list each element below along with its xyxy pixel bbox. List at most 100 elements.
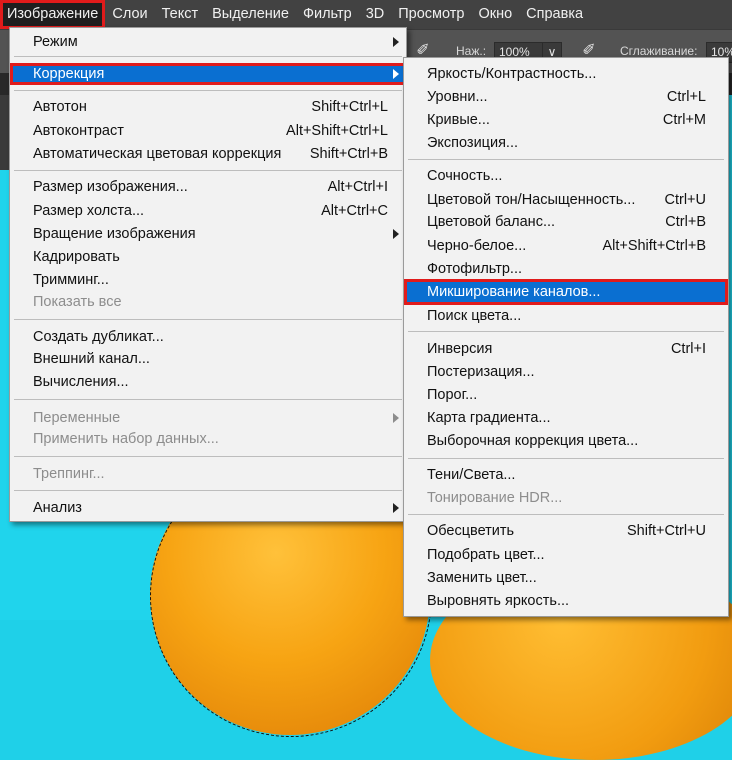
menu-item-label: Анализ: [33, 500, 82, 516]
menu-item-label: Кривые...: [427, 112, 490, 128]
menu-item-analysis[interactable]: Анализ: [10, 497, 406, 519]
menu-item-trim[interactable]: Тримминг...: [10, 269, 406, 291]
menu-item-photo-filter[interactable]: Фотофильтр...: [404, 258, 728, 280]
menu-item-label: Применить набор данных...: [33, 431, 219, 447]
menu-item-label: Яркость/Контрастность...: [427, 66, 597, 82]
separator: [408, 458, 724, 459]
menu-item-label: Уровни...: [427, 89, 488, 105]
menu-item-calculations[interactable]: Вычисления...: [10, 371, 406, 393]
menu-item-label: Переменные: [33, 410, 121, 426]
menu-item-label: Вычисления...: [33, 374, 129, 390]
chevron-right-icon: [393, 37, 399, 47]
menu-layers[interactable]: Слои: [105, 0, 154, 29]
menu-item-label: Подобрать цвет...: [427, 547, 545, 563]
menu-filter[interactable]: Фильтр: [296, 0, 359, 29]
menu-item-trap: Треппинг...: [10, 463, 406, 485]
separator: [408, 159, 724, 160]
menu-item-levels[interactable]: Уровни... Ctrl+L: [404, 86, 728, 108]
menu-item-reveal-all: Показать все: [10, 291, 406, 313]
menu-image[interactable]: Изображение: [0, 0, 106, 29]
menu-item-channel-mixer[interactable]: Микширование каналов...: [404, 279, 728, 305]
menu-item-hue-saturation[interactable]: Цветовой тон/Насыщенность... Ctrl+U: [404, 189, 728, 211]
shortcut: Ctrl+M: [662, 112, 706, 128]
shortcut: Shift+Ctrl+L: [311, 99, 388, 115]
menu-item-label: Обесцветить: [427, 523, 515, 539]
menu-3d[interactable]: 3D: [359, 0, 392, 29]
menu-item-duplicate[interactable]: Создать дубликат...: [10, 326, 406, 348]
menu-item-match-color[interactable]: Подобрать цвет...: [404, 544, 728, 566]
separator: [14, 90, 402, 91]
separator: [14, 170, 402, 171]
chevron-right-icon: [393, 503, 399, 513]
menu-item-variables: Переменные: [10, 407, 406, 429]
menu-item-hdr-toning: Тонирование HDR...: [404, 487, 728, 509]
menu-item-black-white[interactable]: Черно-белое... Alt+Shift+Ctrl+B: [404, 235, 728, 257]
separator: [14, 456, 402, 457]
menu-item-label: Порог...: [427, 387, 478, 403]
menu-item-auto-tone[interactable]: Автотон Shift+Ctrl+L: [10, 96, 406, 118]
shortcut: Ctrl+L: [666, 89, 706, 105]
menu-select[interactable]: Выделение: [205, 0, 296, 29]
menu-item-image-rotation[interactable]: Вращение изображения: [10, 223, 406, 245]
menu-item-mode[interactable]: Режим: [10, 31, 406, 53]
menu-help[interactable]: Справка: [519, 0, 590, 29]
menu-item-equalize[interactable]: Выровнять яркость...: [404, 590, 728, 612]
menu-item-label: Создать дубликат...: [33, 329, 164, 345]
menu-item-label: Автоматическая цветовая коррекция: [33, 146, 282, 162]
menu-item-threshold[interactable]: Порог...: [404, 384, 728, 406]
menu-item-replace-color[interactable]: Заменить цвет...: [404, 567, 728, 589]
opacity-label: Наж.:: [456, 44, 487, 58]
menu-item-canvas-size[interactable]: Размер холста... Alt+Ctrl+C: [10, 200, 406, 222]
separator: [14, 399, 402, 400]
menu-view[interactable]: Просмотр: [391, 0, 471, 29]
menu-item-color-balance[interactable]: Цветовой баланс... Ctrl+B: [404, 211, 728, 233]
menu-item-curves[interactable]: Кривые... Ctrl+M: [404, 109, 728, 131]
image-menu: Режим Коррекция Автотон Shift+Ctrl+L Авт…: [9, 27, 407, 522]
chevron-right-icon: [393, 229, 399, 239]
separator: [14, 490, 402, 491]
shortcut: Shift+Ctrl+B: [309, 146, 388, 162]
menu-item-color-lookup[interactable]: Поиск цвета...: [404, 305, 728, 327]
menu-item-label: Внешний канал...: [33, 351, 150, 367]
separator: [14, 56, 402, 57]
menu-item-label: Микширование каналов...: [427, 284, 601, 300]
menu-item-apply-image[interactable]: Внешний канал...: [10, 348, 406, 370]
menu-item-desaturate[interactable]: Обесцветить Shift+Ctrl+U: [404, 520, 728, 542]
shortcut: Ctrl+U: [664, 192, 707, 208]
menu-item-label: Размер холста...: [33, 203, 145, 219]
shortcut: Ctrl+B: [665, 214, 706, 230]
menu-item-adjustments[interactable]: Коррекция: [10, 63, 406, 85]
menu-type[interactable]: Текст: [155, 0, 206, 29]
shortcut: Alt+Ctrl+I: [327, 179, 388, 195]
smoothing-label: Сглаживание:: [620, 44, 698, 58]
menu-item-invert[interactable]: Инверсия Ctrl+I: [404, 338, 728, 360]
menu-item-selective-color[interactable]: Выборочная коррекция цвета...: [404, 430, 728, 452]
menu-item-image-size[interactable]: Размер изображения... Alt+Ctrl+I: [10, 176, 406, 198]
menu-item-label: Вращение изображения: [33, 226, 196, 242]
menu-item-auto-color[interactable]: Автоматическая цветовая коррекция Shift+…: [10, 143, 406, 165]
menu-item-label: Коррекция: [33, 66, 105, 82]
menu-item-label: Выборочная коррекция цвета...: [427, 433, 639, 449]
menu-item-label: Размер изображения...: [33, 179, 188, 195]
shortcut: Ctrl+I: [670, 341, 706, 357]
menu-item-label: Фотофильтр...: [427, 261, 523, 277]
menu-item-label: Режим: [33, 34, 78, 50]
menu-item-label: Инверсия: [427, 341, 493, 357]
menu-item-label: Черно-белое...: [427, 238, 527, 254]
menu-window[interactable]: Окно: [471, 0, 519, 29]
menu-item-shadows-highlights[interactable]: Тени/Света...: [404, 464, 728, 486]
menu-item-auto-contrast[interactable]: Автоконтраст Alt+Shift+Ctrl+L: [10, 120, 406, 142]
adjustments-submenu: Яркость/Контрастность... Уровни... Ctrl+…: [403, 57, 729, 617]
menu-item-gradient-map[interactable]: Карта градиента...: [404, 407, 728, 429]
menu-item-label: Тримминг...: [33, 272, 109, 288]
menu-item-apply-data-set: Применить набор данных...: [10, 428, 406, 450]
chevron-right-icon: [393, 413, 399, 423]
menu-item-label: Экспозиция...: [427, 135, 519, 151]
menu-item-exposure[interactable]: Экспозиция...: [404, 132, 728, 154]
menu-item-crop[interactable]: Кадрировать: [10, 246, 406, 268]
menu-item-brightness-contrast[interactable]: Яркость/Контрастность...: [404, 63, 728, 85]
menu-item-label: Треппинг...: [33, 466, 105, 482]
menu-item-vibrance[interactable]: Сочность...: [404, 165, 728, 187]
menu-item-posterize[interactable]: Постеризация...: [404, 361, 728, 383]
menu-item-label: Тени/Света...: [427, 467, 516, 483]
